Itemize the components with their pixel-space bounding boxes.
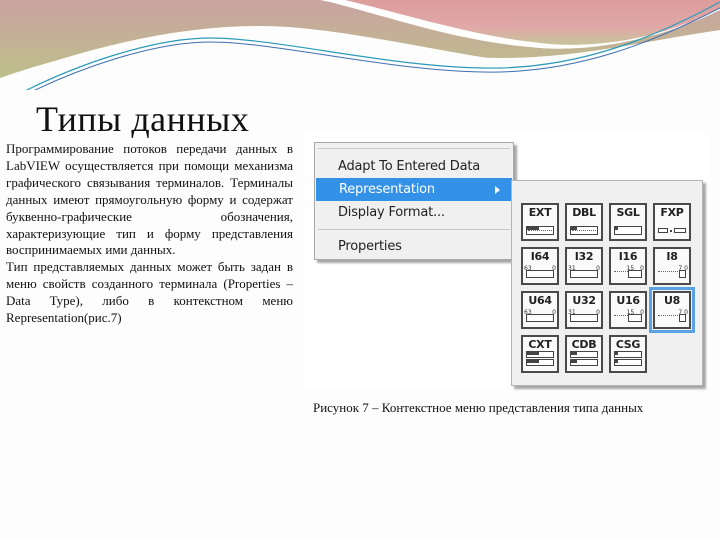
- tile-label: I8: [666, 250, 678, 263]
- tile-label: FXP: [660, 206, 684, 219]
- paragraph-representation: Тип представляемых данных может быть зад…: [6, 259, 293, 326]
- tile-label: CDB: [571, 338, 597, 351]
- decorative-header-wave: [0, 0, 720, 90]
- menu-item-display-format[interactable]: Display Format...: [315, 201, 513, 224]
- int-glyph-icon: [570, 270, 598, 279]
- tile-label: I32: [574, 250, 594, 263]
- tile-label: CSG: [615, 338, 641, 351]
- tile-label: I16: [618, 250, 638, 263]
- menu-item-adapt-to-entered-data[interactable]: Adapt To Entered Data: [315, 155, 513, 178]
- complex-glyph-icon: [526, 351, 554, 367]
- float-glyph-icon: [570, 226, 598, 235]
- tile-label: U32: [572, 294, 596, 307]
- representation-tile-u32[interactable]: U32 31 0: [565, 291, 603, 329]
- representation-tile-cdb[interactable]: CDB: [565, 335, 603, 373]
- int-glyph-icon: [526, 314, 554, 323]
- fixed-glyph-icon: [658, 226, 686, 235]
- menu-item-label: Representation: [339, 182, 435, 197]
- representation-submenu: EXT DBL SGL FXP I64 63 0 I32 31 0 I16 15 0 I8 7 0 U64 63 0…: [511, 180, 703, 386]
- submenu-arrow-icon: [495, 186, 500, 194]
- representation-tile-u8[interactable]: U8 7 0: [649, 287, 695, 333]
- int-glyph-icon: [658, 314, 686, 323]
- figure-caption: Рисунок 7 – Контекстное меню представлен…: [313, 400, 644, 415]
- menu-item-properties[interactable]: Properties: [315, 235, 513, 258]
- float-glyph-icon: [614, 226, 642, 235]
- complex-glyph-icon: [570, 351, 598, 367]
- menu-item-representation[interactable]: Representation: [316, 178, 512, 201]
- tile-label: DBL: [572, 206, 596, 219]
- complex-glyph-icon: [614, 351, 642, 367]
- representation-tile-i64[interactable]: I64 63 0: [521, 247, 559, 285]
- tile-label: U16: [616, 294, 640, 307]
- tile-label: EXT: [528, 206, 552, 219]
- int-glyph-icon: [614, 314, 642, 323]
- representation-tile-u64[interactable]: U64 63 0: [521, 291, 559, 329]
- float-glyph-icon: [526, 226, 554, 235]
- context-menu: Adapt To Entered Data Representation Dis…: [314, 142, 514, 260]
- figure-screenshot: Adapt To Entered Data Representation Dis…: [303, 130, 710, 388]
- representation-tile-sgl[interactable]: SGL: [609, 203, 647, 241]
- menu-separator: [318, 148, 510, 149]
- representation-tile-i32[interactable]: I32 31 0: [565, 247, 603, 285]
- representation-tile-csg[interactable]: CSG: [609, 335, 647, 373]
- representation-tile-dbl[interactable]: DBL: [565, 203, 603, 241]
- representation-tile-fxp[interactable]: FXP: [653, 203, 691, 241]
- paragraph-terminals: Программирование потоков передачи данных…: [6, 141, 293, 258]
- representation-tile-ext[interactable]: EXT: [521, 203, 559, 241]
- body-text: Программирование потоков передачи данных…: [6, 141, 293, 327]
- tile-label: CXT: [528, 338, 552, 351]
- int-glyph-icon: [614, 270, 642, 279]
- representation-tile-i8[interactable]: I8 7 0: [653, 247, 691, 285]
- menu-separator: [318, 229, 510, 230]
- representation-tile-cxt[interactable]: CXT: [521, 335, 559, 373]
- int-glyph-icon: [658, 270, 686, 279]
- tile-label: I64: [530, 250, 550, 263]
- representation-tile-u16[interactable]: U16 15 0: [609, 291, 647, 329]
- representation-grid: EXT DBL SGL FXP I64 63 0 I32 31 0 I16 15 0 I8 7 0 U64 63 0…: [521, 203, 695, 373]
- tile-label: U8: [664, 294, 680, 307]
- int-glyph-icon: [570, 314, 598, 323]
- tile-label: SGL: [616, 206, 640, 219]
- int-glyph-icon: [526, 270, 554, 279]
- representation-tile-i16[interactable]: I16 15 0: [609, 247, 647, 285]
- tile-label: U64: [528, 294, 552, 307]
- slide-title: Типы данных: [36, 99, 250, 139]
